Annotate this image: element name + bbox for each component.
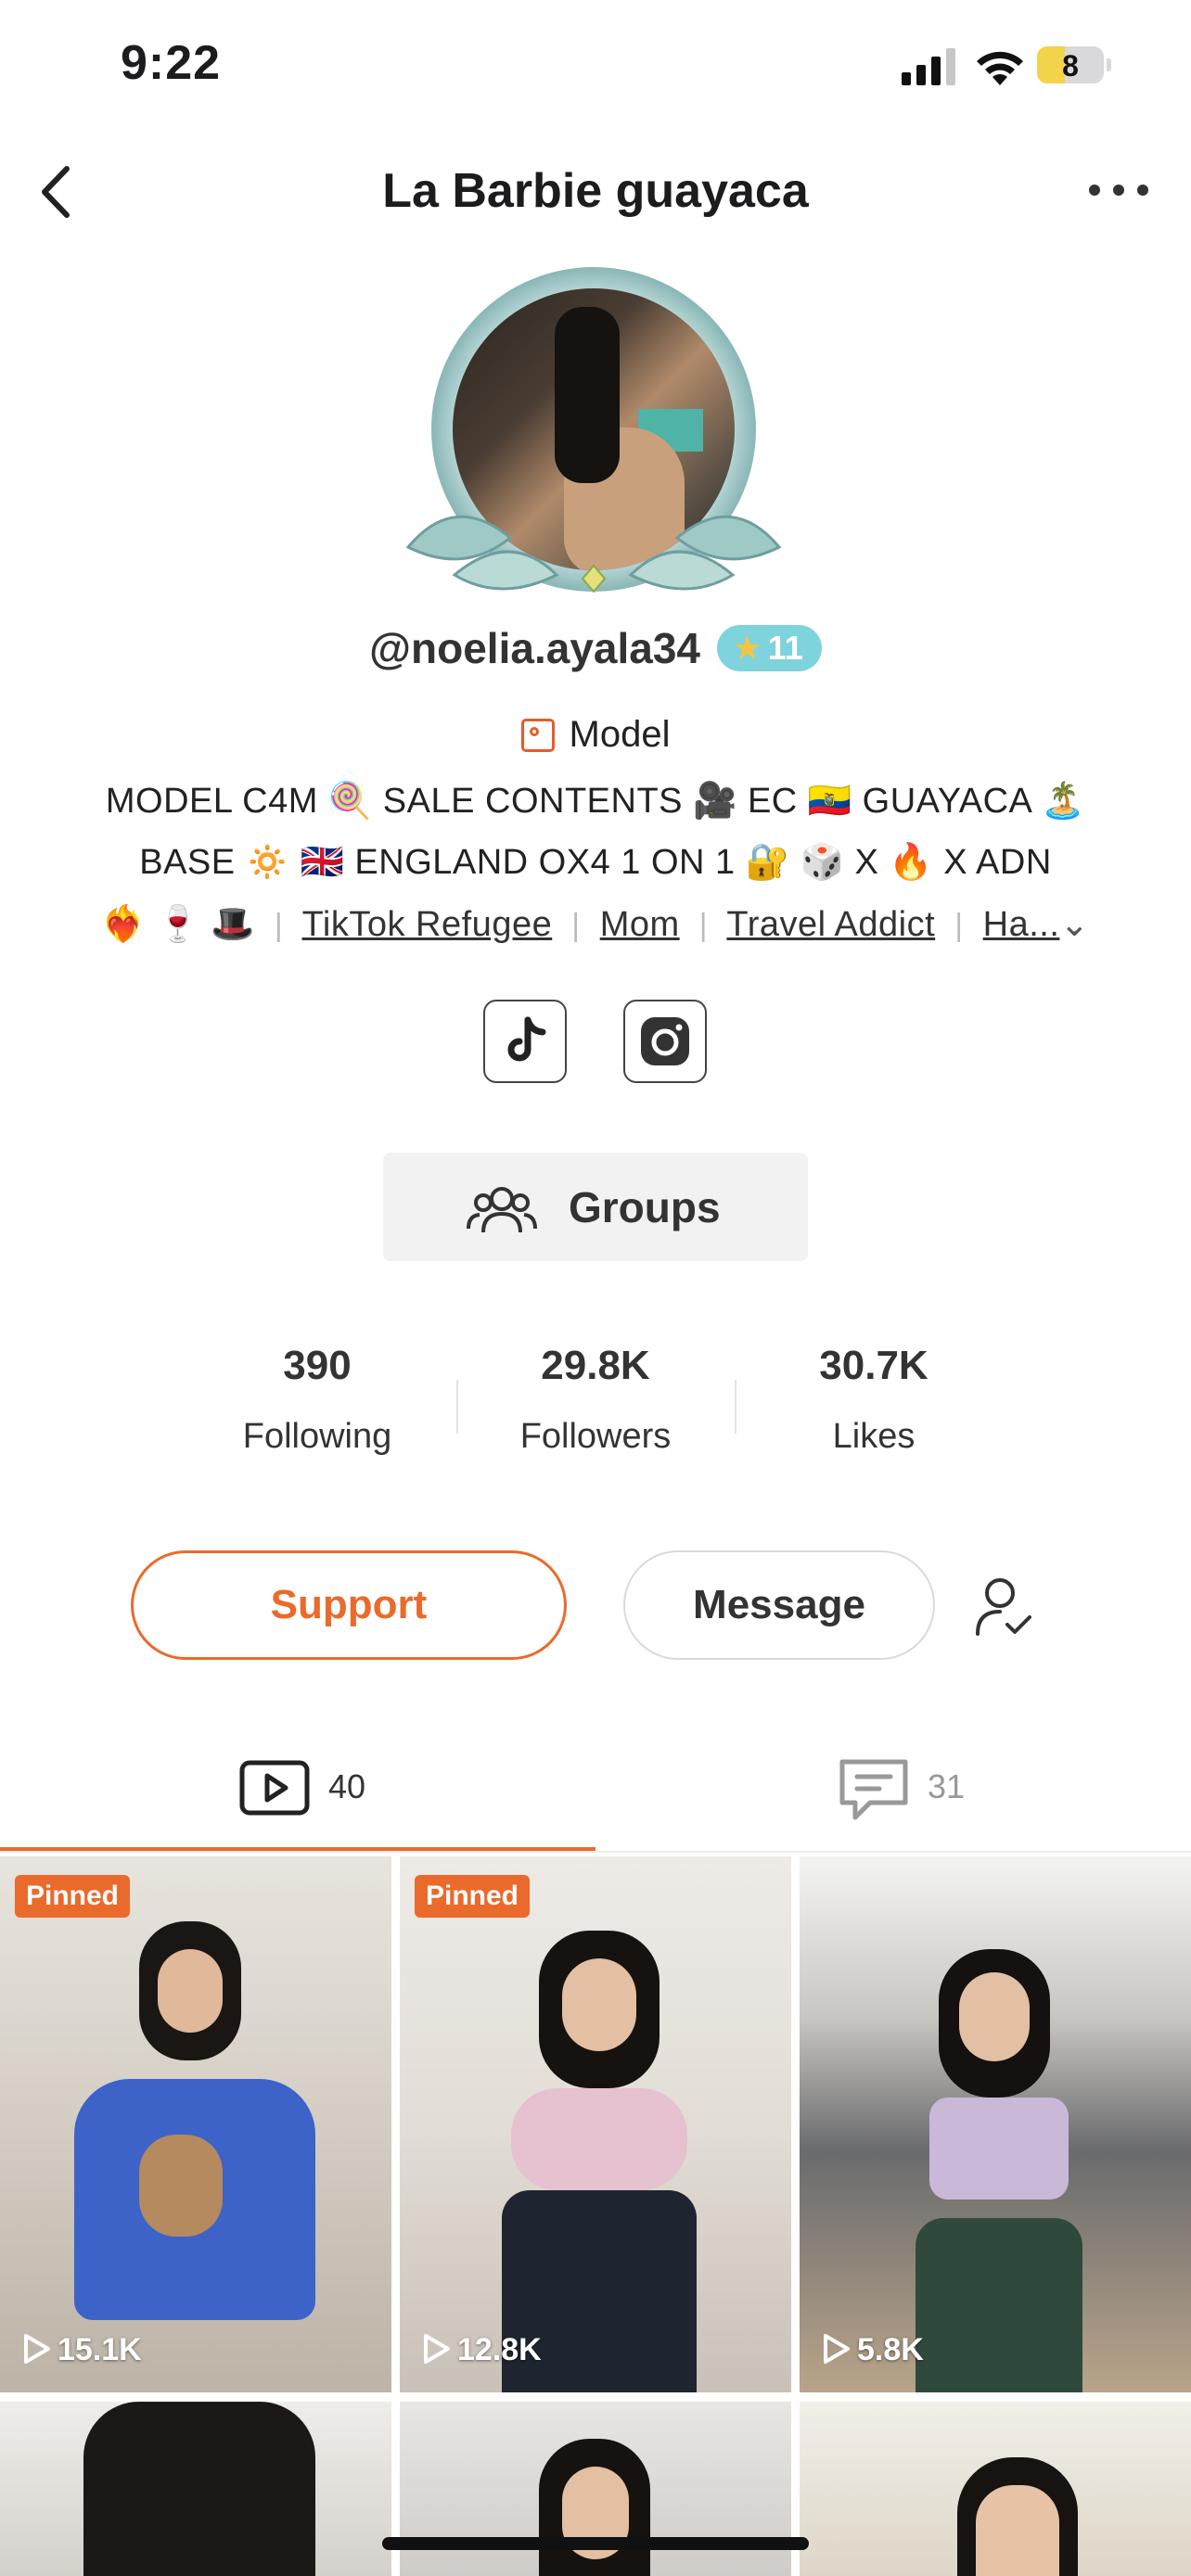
id-card-icon — [520, 719, 555, 752]
role-row: Model — [0, 714, 1191, 756]
username-handle: @noelia.ayala34 — [369, 624, 701, 672]
divider: | — [698, 908, 709, 943]
bio-emojis: ❤️‍🔥 🍷 🎩 — [101, 905, 255, 944]
ellipsis-icon[interactable] — [1085, 176, 1152, 204]
tab-videos[interactable]: 40 — [239, 1751, 425, 1825]
view-count: 15.1K — [20, 2332, 142, 2368]
bio-line: BASE 🔅 🇬🇧 ENGLAND OX4 1 ON 1 🔐 🎲 X 🔥 X A… — [139, 843, 1052, 882]
support-button[interactable]: Support — [131, 1550, 567, 1660]
bio-tag[interactable]: Travel Addict — [726, 905, 935, 944]
avatar[interactable] — [399, 260, 788, 603]
bio-tag[interactable]: TikTok Refugee — [302, 905, 553, 944]
pinned-badge: Pinned — [15, 1875, 131, 1918]
videos-count: 40 — [328, 1767, 366, 1805]
stat-following[interactable]: 390 Following — [197, 1343, 438, 1457]
video-thumbnail[interactable]: Pinned 12.8K — [400, 1856, 791, 2392]
stat-value: 390 — [283, 1343, 352, 1388]
instagram-icon — [641, 1017, 689, 1065]
pinned-badge: Pinned — [415, 1875, 531, 1918]
stat-value: 29.8K — [541, 1343, 650, 1388]
bio-tag[interactable]: Ha... — [983, 905, 1060, 944]
divider — [0, 1851, 1191, 1853]
groups-label: Groups — [569, 1183, 721, 1231]
wifi-icon — [977, 51, 1023, 85]
handle-row: @noelia.ayala34 ★ 11 — [0, 623, 1191, 673]
video-thumbnail[interactable]: Pinned 15.1K — [0, 1856, 391, 2392]
groups-button[interactable]: Groups — [383, 1153, 808, 1261]
video-thumbnail[interactable] — [800, 2402, 1191, 2576]
bio-tags-line[interactable]: ❤️‍🔥 🍷 🎩 | TikTok Refugee | Mom | Travel… — [56, 903, 1135, 945]
home-indicator — [382, 2537, 809, 2550]
play-icon — [424, 2334, 450, 2364]
divider: | — [571, 908, 581, 943]
divider: | — [274, 908, 284, 943]
bio-line: MODEL C4M 🍭 SALE CONTENTS 🎥 EC 🇪🇨 GUAYAC… — [105, 782, 1086, 821]
stat-value: 30.7K — [819, 1343, 928, 1388]
video-play-icon — [239, 1760, 310, 1816]
level-value: 11 — [767, 629, 803, 667]
view-count-value: 12.8K — [457, 2332, 542, 2367]
view-count: 12.8K — [420, 2332, 542, 2368]
bio-tag[interactable]: Mom — [600, 905, 680, 944]
tab-posts[interactable]: 31 — [839, 1751, 1024, 1825]
play-icon — [824, 2334, 850, 2364]
group-icon — [467, 1187, 537, 1233]
role-label: Model — [569, 714, 671, 755]
star-icon: ★ — [732, 629, 762, 667]
tiktok-link-button[interactable] — [483, 1000, 567, 1083]
level-badge[interactable]: ★ 11 — [717, 625, 822, 671]
divider — [735, 1380, 736, 1434]
stat-label: Following — [242, 1417, 392, 1456]
active-tab-indicator — [0, 1847, 596, 1851]
battery-icon: 8 — [1037, 46, 1111, 83]
divider: | — [954, 908, 964, 943]
cellular-signal-icon — [902, 48, 955, 85]
view-count-value: 15.1K — [58, 2332, 142, 2367]
stat-followers[interactable]: 29.8K Followers — [475, 1343, 716, 1457]
tiktok-icon — [507, 1016, 546, 1062]
stat-likes[interactable]: 30.7K Likes — [753, 1343, 994, 1457]
play-icon — [24, 2334, 50, 2364]
avatar-leaf-decoration — [405, 515, 782, 593]
chevron-left-icon[interactable] — [32, 159, 87, 224]
video-thumbnail[interactable] — [0, 2402, 391, 2576]
battery-level: 8 — [1062, 49, 1079, 83]
view-count-value: 5.8K — [857, 2332, 924, 2367]
posts-count: 31 — [928, 1767, 966, 1805]
stat-label: Likes — [832, 1417, 916, 1456]
message-button[interactable]: Message — [623, 1550, 935, 1660]
view-count: 5.8K — [820, 2332, 924, 2368]
instagram-link-button[interactable] — [623, 1000, 707, 1083]
chevron-down-icon[interactable]: ⌄ — [1059, 905, 1089, 944]
status-time: 9:22 — [121, 36, 222, 90]
divider — [456, 1380, 458, 1434]
page-title: La Barbie guayaca — [382, 164, 809, 218]
friend-status-icon[interactable] — [974, 1575, 1033, 1639]
comment-icon — [839, 1759, 908, 1820]
stat-label: Followers — [519, 1417, 672, 1456]
video-thumbnail[interactable]: 5.8K — [800, 1856, 1191, 2392]
